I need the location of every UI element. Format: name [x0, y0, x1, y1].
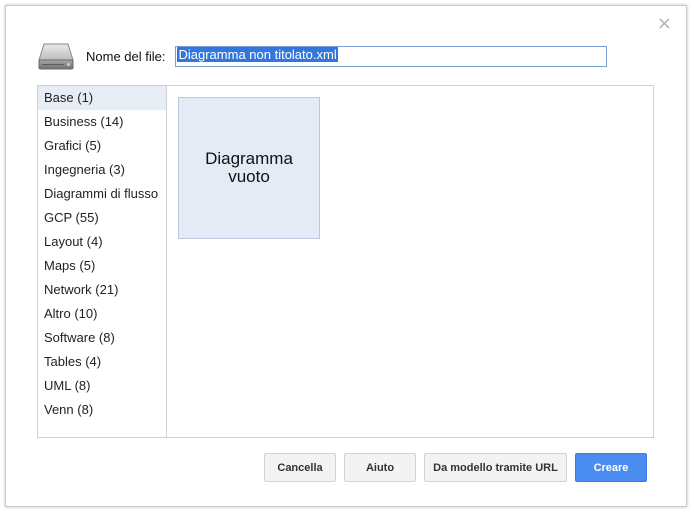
filename-label: Nome del file: [86, 48, 166, 64]
create-button[interactable]: Creare [575, 453, 647, 482]
template-tile-blank-diagram[interactable]: Diagramma vuoto [178, 97, 320, 239]
from-url-template-button[interactable]: Da modello tramite URL [424, 453, 567, 482]
category-item-maps[interactable]: Maps (5) [38, 254, 166, 278]
category-item-venn[interactable]: Venn (8) [38, 398, 166, 422]
filename-input[interactable]: Diagramma non titolato.xml [175, 45, 608, 67]
category-item-charts[interactable]: Grafici (5) [38, 134, 166, 158]
hard-drive-icon [38, 43, 74, 70]
category-item-gcp[interactable]: GCP (55) [38, 206, 166, 230]
help-button[interactable]: Aiuto [344, 453, 416, 482]
template-tile-label: Diagramma vuoto [205, 149, 293, 186]
template-grid: Diagramma vuoto [168, 86, 653, 437]
category-item-software[interactable]: Software (8) [38, 326, 166, 350]
category-item-business[interactable]: Business (14) [38, 110, 166, 134]
template-browser: Base (1) Business (14) Grafici (5) Ingeg… [37, 85, 654, 438]
category-item-uml[interactable]: UML (8) [38, 374, 166, 398]
category-item-layout[interactable]: Layout (4) [38, 230, 166, 254]
category-item-engineering[interactable]: Ingegneria (3) [38, 158, 166, 182]
filename-value: Diagramma non titolato.xml [177, 46, 338, 62]
dialog-buttons: Cancella Aiuto Da modello tramite URL Cr… [264, 453, 647, 482]
cancel-button[interactable]: Cancella [264, 453, 336, 482]
category-item-network[interactable]: Network (21) [38, 278, 166, 302]
new-diagram-dialog: × Nome del file: Diagramma non titolato.… [5, 5, 687, 507]
close-icon[interactable]: × [657, 15, 672, 33]
category-item-flowcharts[interactable]: Diagrammi di flusso [38, 182, 166, 206]
category-item-base[interactable]: Base (1) [38, 86, 166, 110]
filename-row: Nome del file: Diagramma non titolato.xm… [38, 39, 608, 73]
category-list: Base (1) Business (14) Grafici (5) Ingeg… [38, 86, 167, 437]
category-item-tables[interactable]: Tables (4) [38, 350, 166, 374]
category-item-other[interactable]: Altro (10) [38, 302, 166, 326]
